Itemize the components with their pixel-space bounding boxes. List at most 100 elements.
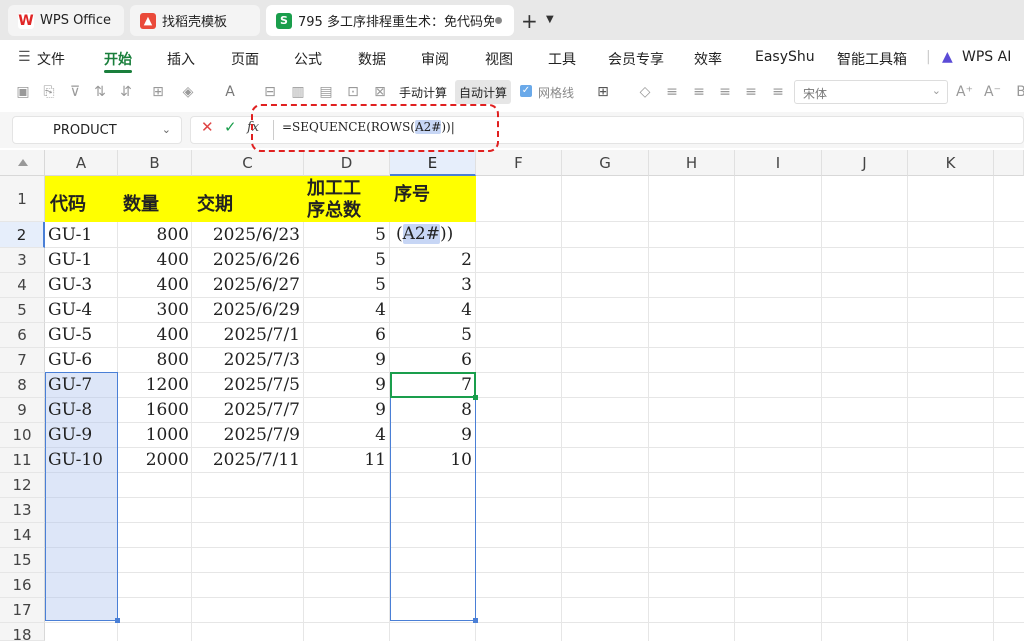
header-cell-due[interactable]: 交期 [197, 190, 233, 216]
column-header-I[interactable]: I [735, 150, 822, 176]
cell-B3[interactable]: 400 [118, 250, 189, 270]
hamburger-icon[interactable]: ☰ [18, 49, 31, 65]
cell-B9[interactable]: 1600 [118, 400, 189, 420]
cell-E8[interactable]: 7 [390, 375, 472, 395]
header-cell-seq[interactable]: 序号 [394, 180, 430, 206]
row-header-3[interactable]: 3 [0, 248, 45, 273]
menu-insert[interactable]: 插入 [167, 49, 195, 69]
column-header-K[interactable]: K [908, 150, 994, 176]
row-header-16[interactable]: 16 [0, 573, 45, 598]
cell-A4[interactable]: GU-3 [48, 275, 92, 295]
cell-C7[interactable]: 2025/7/3 [192, 350, 300, 370]
cell-C3[interactable]: 2025/6/26 [192, 250, 300, 270]
select-all-corner[interactable] [0, 150, 45, 176]
cell-E2-editing[interactable]: (A2#)) [396, 224, 453, 244]
fill-color-icon[interactable]: ◈ [180, 84, 196, 100]
cell-E9[interactable]: 8 [390, 400, 472, 420]
cell-B10[interactable]: 1000 [118, 425, 189, 445]
row-header-8[interactable]: 8 [0, 373, 45, 398]
menu-data[interactable]: 数据 [358, 49, 386, 69]
cell-A5[interactable]: GU-4 [48, 300, 92, 320]
cell-A3[interactable]: GU-1 [48, 250, 92, 270]
chevron-down-icon[interactable]: ▼ [546, 14, 554, 25]
cell-E11[interactable]: 10 [390, 450, 472, 470]
header-cell-code[interactable]: 代码 [50, 190, 86, 216]
align-left-icon[interactable]: ≡ [691, 84, 707, 100]
row-header-10[interactable]: 10 [0, 423, 45, 448]
row-header-7[interactable]: 7 [0, 348, 45, 373]
cell-B11[interactable]: 2000 [118, 450, 189, 470]
delete-cell-icon[interactable]: ⊠ [372, 84, 388, 100]
cancel-icon[interactable]: ✕ [201, 118, 214, 136]
cell-E5[interactable]: 4 [390, 300, 472, 320]
column-header-G[interactable]: G [562, 150, 649, 176]
menu-wps-ai[interactable]: WPS AI [962, 49, 1011, 65]
cell-A8[interactable]: GU-7 [48, 375, 92, 395]
clear-format-icon[interactable]: ◇ [637, 84, 653, 100]
menu-easyshu[interactable]: EasyShu [755, 49, 815, 65]
bold-icon[interactable]: B [1013, 84, 1024, 100]
fill-handle[interactable] [115, 618, 120, 623]
name-box[interactable]: PRODUCT ⌄ [12, 116, 182, 144]
row-header-18[interactable]: 18 [0, 623, 45, 641]
row-header-11[interactable]: 11 [0, 448, 45, 473]
cell-D9[interactable]: 9 [304, 400, 386, 420]
header-cell-qty[interactable]: 数量 [123, 190, 159, 216]
spreadsheet-grid[interactable]: A B C D E F G H I J K 1 2 3 4 5 6 7 8 9 … [0, 150, 1024, 641]
font-select[interactable]: 宋体 ⌄ [794, 80, 948, 104]
header-cell-process-count[interactable]: 加工工 序总数 [307, 178, 361, 222]
row-header-14[interactable]: 14 [0, 523, 45, 548]
row-header-9[interactable]: 9 [0, 398, 45, 423]
sort-desc-icon[interactable]: ⇵ [118, 84, 134, 100]
cell-B5[interactable]: 300 [118, 300, 189, 320]
paste-icon[interactable]: ⎘ [41, 84, 57, 100]
cell-E10[interactable]: 9 [390, 425, 472, 445]
cell-D5[interactable]: 4 [304, 300, 386, 320]
row-header-15[interactable]: 15 [0, 548, 45, 573]
tab-wps-office[interactable]: W WPS Office [8, 5, 124, 36]
align-top-icon[interactable]: ≡ [664, 84, 680, 100]
cell-style-icon[interactable]: ⊞ [595, 84, 611, 100]
column-header-F[interactable]: F [476, 150, 562, 176]
cell-D3[interactable]: 5 [304, 250, 386, 270]
menu-view[interactable]: 视图 [485, 49, 513, 69]
cell-B6[interactable]: 400 [118, 325, 189, 345]
cell-B8[interactable]: 1200 [118, 375, 189, 395]
row-header-6[interactable]: 6 [0, 323, 45, 348]
format-painter-icon[interactable]: ▣ [15, 84, 31, 100]
new-tab-plus-icon[interactable]: + [521, 9, 538, 33]
cell-E7[interactable]: 6 [390, 350, 472, 370]
menu-formula[interactable]: 公式 [294, 49, 322, 69]
menu-tools[interactable]: 工具 [548, 49, 576, 69]
cell-C4[interactable]: 2025/6/27 [192, 275, 300, 295]
fill-handle[interactable] [473, 618, 478, 623]
cell-E6[interactable]: 5 [390, 325, 472, 345]
align-right-icon[interactable]: ≡ [743, 84, 759, 100]
tab-docer[interactable]: ▲ 找稻壳模板 [130, 5, 260, 36]
row-header-1[interactable]: 1 [0, 176, 45, 222]
cell-C5[interactable]: 2025/6/29 [192, 300, 300, 320]
menu-smart-tools[interactable]: 智能工具箱 [837, 49, 907, 69]
sort-asc-icon[interactable]: ⇅ [92, 84, 108, 100]
column-header-E[interactable]: E [390, 150, 476, 176]
cell-D7[interactable]: 9 [304, 350, 386, 370]
border-icon[interactable]: ⊞ [150, 84, 166, 100]
row-header-5[interactable]: 5 [0, 298, 45, 323]
cell-C9[interactable]: 2025/7/7 [192, 400, 300, 420]
cell-C11[interactable]: 2025/7/11 [192, 450, 300, 470]
cell-A10[interactable]: GU-9 [48, 425, 92, 445]
filter-icon[interactable]: ⊽ [67, 84, 83, 100]
cell-D11[interactable]: 11 [304, 450, 386, 470]
menu-efficiency[interactable]: 效率 [694, 49, 722, 69]
column-header-C[interactable]: C [192, 150, 304, 176]
row-header-4[interactable]: 4 [0, 273, 45, 298]
cell-C6[interactable]: 2025/7/1 [192, 325, 300, 345]
cell-A11[interactable]: GU-10 [48, 450, 103, 470]
cell-A7[interactable]: GU-6 [48, 350, 92, 370]
cell-D10[interactable]: 4 [304, 425, 386, 445]
insert-cell-icon[interactable]: ⊡ [345, 84, 361, 100]
font-shrink-icon[interactable]: A⁻ [984, 84, 1001, 100]
column-header-L[interactable] [994, 150, 1024, 176]
font-grow-icon[interactable]: A⁺ [956, 84, 973, 100]
column-header-H[interactable]: H [649, 150, 735, 176]
